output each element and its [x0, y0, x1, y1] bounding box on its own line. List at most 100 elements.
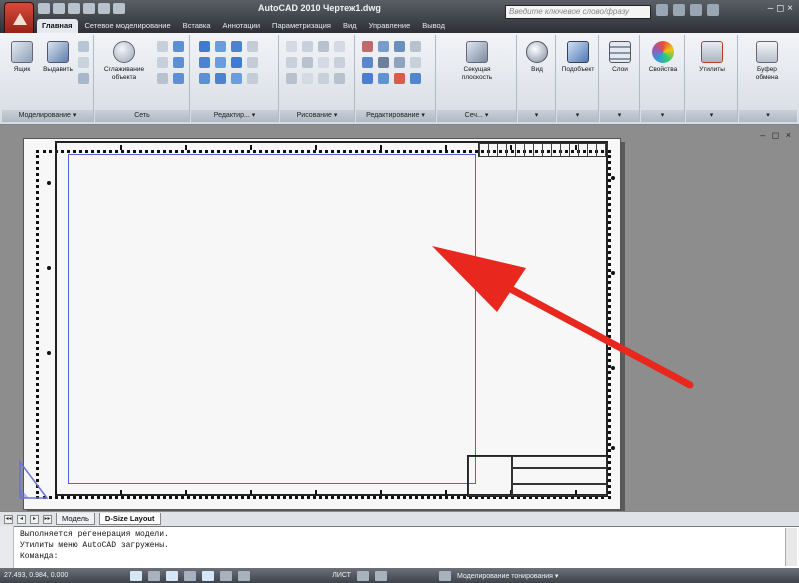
- explode-icon[interactable]: [394, 73, 405, 84]
- union-icon[interactable]: [199, 41, 210, 52]
- imprint-icon[interactable]: [215, 57, 226, 68]
- tab-annotate[interactable]: Аннотации: [218, 19, 266, 33]
- panel-title-modify[interactable]: Редактирование ▾: [356, 110, 435, 122]
- presspull-icon[interactable]: [78, 41, 89, 52]
- panel-title-draw[interactable]: Рисование ▾: [280, 110, 354, 122]
- subscription-icon[interactable]: [673, 4, 685, 16]
- layers-tool[interactable]: Слои: [602, 41, 638, 74]
- plot-icon[interactable]: [113, 3, 125, 14]
- view-tool[interactable]: Вид: [519, 41, 555, 74]
- otrack-toggle[interactable]: [220, 570, 233, 581]
- smooth-less-icon[interactable]: [157, 57, 168, 68]
- mesh-box-icon[interactable]: [173, 41, 184, 52]
- open-icon[interactable]: [53, 3, 65, 14]
- star-icon[interactable]: [690, 4, 702, 16]
- chamfer-edge-icon[interactable]: [215, 73, 226, 84]
- slice-icon[interactable]: [231, 73, 242, 84]
- polar-toggle[interactable]: [184, 570, 197, 581]
- command-window[interactable]: Выполняется регенерация модели. Утилиты …: [0, 526, 799, 568]
- ellipse-icon[interactable]: [318, 73, 329, 84]
- prev-tab-button[interactable]: ◂: [17, 514, 26, 524]
- navigation-icon[interactable]: [438, 570, 451, 581]
- hatch-icon[interactable]: [334, 57, 345, 68]
- tab-model[interactable]: Модель: [56, 513, 95, 525]
- region-icon[interactable]: [286, 73, 297, 84]
- line-icon[interactable]: [302, 57, 313, 68]
- tab-view[interactable]: Вид: [338, 19, 362, 33]
- intersect-icon[interactable]: [231, 41, 242, 52]
- annotation-scale-icon[interactable]: [374, 570, 387, 581]
- boundary-icon[interactable]: [334, 73, 345, 84]
- align-icon[interactable]: [410, 57, 421, 68]
- command-prompt[interactable]: Команда:: [20, 551, 779, 562]
- panel-title-clipboard[interactable]: ▾: [739, 110, 797, 122]
- panel-title-solid-edit[interactable]: Редактир... ▾: [191, 110, 278, 122]
- tab-parametric[interactable]: Параметризация: [267, 19, 336, 33]
- tab-d-size-layout[interactable]: D-Size Layout: [98, 513, 161, 525]
- dyn-toggle[interactable]: [238, 570, 251, 581]
- coordinates-readout[interactable]: 27.493, 0.984, 0.000: [4, 572, 68, 579]
- next-tab-button[interactable]: ▸: [30, 514, 39, 524]
- panel-title-modeling[interactable]: Моделирование ▾: [2, 110, 93, 122]
- command-window-grip[interactable]: [0, 526, 14, 568]
- panel-title-subobject[interactable]: ▾: [557, 110, 598, 122]
- workspace-switch[interactable]: Моделирование тонирования ▾: [457, 572, 558, 580]
- mirror-icon[interactable]: [394, 57, 405, 68]
- array-3d-icon[interactable]: [378, 41, 389, 52]
- panel-title-layers[interactable]: ▾: [600, 110, 639, 122]
- help-icon[interactable]: [707, 4, 719, 16]
- smooth-object-tool[interactable]: Сглаживание объекта: [101, 41, 147, 82]
- save-icon[interactable]: [68, 3, 80, 14]
- panel-title-properties[interactable]: ▾: [641, 110, 684, 122]
- binoculars-icon[interactable]: [656, 4, 668, 16]
- trim-icon[interactable]: [362, 41, 373, 52]
- box-tool[interactable]: Ящик: [4, 41, 40, 74]
- window-controls[interactable]: – ◻ ×: [768, 3, 793, 14]
- more-icon[interactable]: [247, 41, 258, 52]
- tab-output[interactable]: Вывод: [417, 19, 450, 33]
- subobject-tool[interactable]: Подобъект: [560, 41, 596, 74]
- section-plane-tool[interactable]: Секущая плоскость: [459, 41, 495, 82]
- mesh-sphere-icon[interactable]: [173, 73, 184, 84]
- extract-edges-icon[interactable]: [199, 57, 210, 68]
- mesh-cylinder-icon[interactable]: [173, 57, 184, 68]
- panel-title-view[interactable]: ▾: [518, 110, 555, 122]
- viewport-scale-icon[interactable]: [356, 570, 369, 581]
- viewport-controls[interactable]: – ◻ ×: [760, 130, 793, 141]
- panel-title-mesh[interactable]: Сеть: [95, 110, 189, 122]
- redo-icon[interactable]: [98, 3, 110, 14]
- more-draw-icon[interactable]: [334, 41, 345, 52]
- properties-tool[interactable]: Свойства: [645, 41, 681, 74]
- polyline-icon[interactable]: [286, 41, 297, 52]
- more-modify-icon[interactable]: [410, 41, 421, 52]
- grid-toggle[interactable]: [148, 570, 161, 581]
- snap-toggle[interactable]: [130, 570, 143, 581]
- scale-icon[interactable]: [362, 73, 373, 84]
- ortho-toggle[interactable]: [166, 570, 179, 581]
- panel-title-utilities[interactable]: ▾: [686, 110, 737, 122]
- tab-home[interactable]: Главная: [37, 19, 78, 33]
- loft-icon[interactable]: [78, 73, 89, 84]
- tab-manage[interactable]: Управление: [364, 19, 416, 33]
- separate-icon[interactable]: [247, 57, 258, 68]
- spline-icon[interactable]: [286, 57, 297, 68]
- erase-icon[interactable]: [410, 73, 421, 84]
- search-input[interactable]: Введите ключевое слово/фразу: [505, 5, 651, 19]
- extrude-tool[interactable]: Выдавить: [40, 41, 76, 74]
- tab-insert[interactable]: Вставка: [178, 19, 216, 33]
- polygon-icon[interactable]: [302, 41, 313, 52]
- move-icon[interactable]: [394, 41, 405, 52]
- osnap-toggle[interactable]: [202, 570, 215, 581]
- arc-icon[interactable]: [318, 41, 329, 52]
- thicken-icon[interactable]: [247, 73, 258, 84]
- tab-mesh-modeling[interactable]: Сетевое моделирование: [80, 19, 176, 33]
- clipboard-tool[interactable]: Буфер обмена: [749, 41, 785, 82]
- last-tab-button[interactable]: ▸▸: [43, 514, 52, 524]
- space-label[interactable]: ЛИСТ: [332, 572, 351, 579]
- offset-icon[interactable]: [378, 73, 389, 84]
- utilities-tool[interactable]: Утилиты: [694, 41, 730, 74]
- first-tab-button[interactable]: ◂◂: [4, 514, 13, 524]
- shell-icon[interactable]: [231, 57, 242, 68]
- panel-title-section[interactable]: Сеч... ▾: [437, 110, 516, 122]
- circle-icon[interactable]: [318, 57, 329, 68]
